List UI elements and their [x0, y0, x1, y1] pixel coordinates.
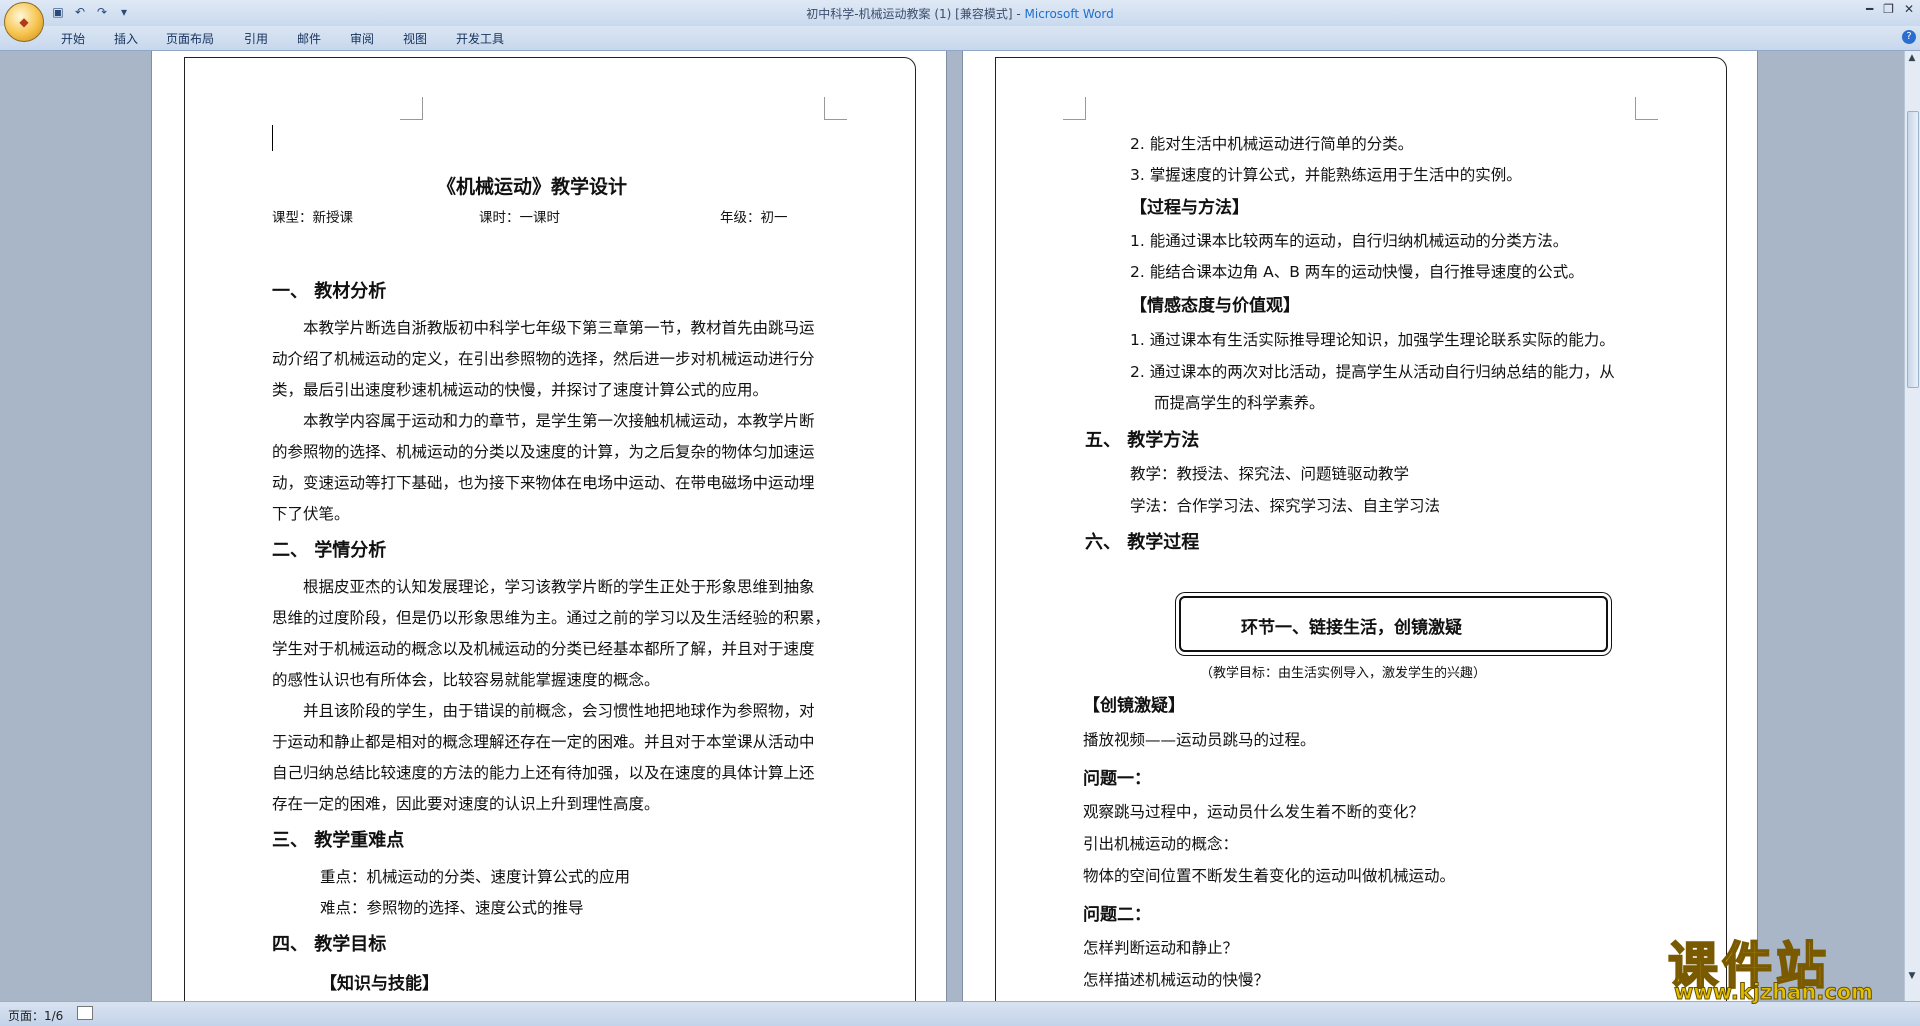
tab-review[interactable]: 审阅: [350, 30, 374, 47]
office-logo-icon: ◆: [19, 15, 29, 29]
scroll-up-icon[interactable]: ▲: [1906, 53, 1918, 65]
help-icon[interactable]: ?: [1902, 30, 1916, 44]
office-button[interactable]: ◆: [4, 2, 44, 42]
tab-view[interactable]: 视图: [403, 30, 427, 47]
meta-lesson-type: 课型：新授课: [272, 210, 353, 226]
paragraph-line: 类，最后引出速度秒速机械运动的快慢，并探讨了速度计算公式的应用。: [272, 381, 769, 399]
document-area[interactable]: 《机械运动》教学设计 课型：新授课 课时：一课时 年级：初一 一、 教材分析 本…: [0, 51, 1905, 1001]
paragraph-line: 怎样描述机械运动的快慢？: [1083, 971, 1270, 989]
key-point: 重点：机械运动的分类、速度计算公式的应用: [320, 868, 631, 886]
paragraph-line: 于运动和静止都是相对的概念理解还存在一定的困难。并且对于本堂课从活动中: [272, 733, 815, 751]
paragraph-line: 播放视频——运动员跳马的过程。: [1083, 731, 1316, 749]
tab-developer[interactable]: 开发工具: [456, 30, 504, 47]
proofing-icon[interactable]: [77, 1006, 93, 1020]
vertical-scrollbar[interactable]: ▲ ▼: [1904, 51, 1920, 1001]
restore-icon[interactable]: ❐: [1883, 2, 1894, 16]
paragraph-line: 学生对于机械运动的概念以及机械运动的分类已经基本都所了解，并且对于速度: [272, 640, 815, 658]
stage-title: 环节一、链接生活，创镜激疑: [1241, 618, 1462, 638]
minimize-icon[interactable]: ━: [1866, 2, 1873, 16]
tab-page-layout[interactable]: 页面布局: [166, 30, 214, 47]
paragraph-line: 的参照物的选择、机械运动的分类以及速度的计算，为之后复杂的物体匀加速运: [272, 443, 815, 461]
section-heading: 三、 教学重难点: [272, 830, 405, 851]
list-item: 2. 能结合课本边角 A、B 两车的运动快慢，自行推导速度的公式。: [1130, 263, 1584, 281]
scroll-thumb[interactable]: [1907, 111, 1919, 388]
paragraph-line: 自己归纳总结比较速度的方法的能力上还有待加强，以及在速度的具体计算上还: [272, 764, 815, 782]
doc-title: 《机械运动》教学设计: [437, 176, 628, 198]
subsection-heading: 【知识与技能】: [320, 974, 439, 994]
meta-lesson-hours: 课时：一课时: [479, 210, 560, 226]
paragraph-line: 怎样判断运动和静止？: [1083, 939, 1239, 957]
list-item: 3. 掌握速度的计算公式，并能熟练运用于生活中的实例。: [1130, 166, 1522, 184]
page-2[interactable]: 2. 能对生活中机械运动进行简单的分类。 3. 掌握速度的计算公式，并能熟练运用…: [963, 51, 1757, 1001]
close-icon[interactable]: ✕: [1904, 2, 1914, 16]
paragraph-line: 动介绍了机械运动的定义，在引出参照物的选择，然后进一步对机械运动进行分: [272, 350, 815, 368]
paragraph-line: 并且该阶段的学生，由于错误的前概念，会习惯性地把地球作为参照物，对: [303, 702, 815, 720]
subsection-heading: 【创镜激疑】: [1083, 696, 1185, 716]
section-heading: 一、 教材分析: [272, 281, 387, 302]
list-item: 2. 通过课本的两次对比活动，提高学生从活动自行归纳总结的能力，从: [1130, 363, 1615, 381]
crop-mark: [824, 97, 847, 120]
tab-mailings[interactable]: 邮件: [297, 30, 321, 47]
page-indicator[interactable]: 页面：1/6: [8, 1007, 63, 1024]
learning-method: 学法：合作学习法、探究学习法、自主学习法: [1130, 497, 1441, 515]
paragraph-line: 根据皮亚杰的认知发展理论，学习该教学片断的学生正处于形象思维到抽象: [303, 578, 815, 596]
crop-mark: [1635, 97, 1658, 120]
teaching-method: 教学：教授法、探究法、问题链驱动教学: [1130, 465, 1410, 483]
paragraph-line: 的感性认识也有所体会，比较容易就能掌握速度的概念。: [272, 671, 660, 689]
question-heading: 问题二：: [1083, 905, 1151, 925]
app-name: Microsoft Word: [1024, 7, 1114, 21]
paragraph-line: 引出机械运动的概念：: [1083, 835, 1239, 853]
list-item: 1. 通过课本有生活实际推导理论知识，加强学生理论联系实际的能力。: [1130, 331, 1615, 349]
scroll-down-icon[interactable]: ▼: [1906, 971, 1918, 983]
section-heading: 六、 教学过程: [1085, 532, 1200, 553]
paragraph-line: 下了伏笔。: [272, 505, 350, 523]
crop-mark: [1063, 97, 1086, 120]
section-heading: 四、 教学目标: [272, 934, 387, 955]
section-heading: 五、 教学方法: [1085, 430, 1200, 451]
paragraph-line: 存在一定的困难，因此要对速度的认识上升到理性高度。: [272, 795, 660, 813]
paragraph-line: 本教学内容属于运动和力的章节，是学生第一次接触机械运动，本教学片断: [303, 412, 815, 430]
tab-references[interactable]: 引用: [244, 30, 268, 47]
paragraph-line: 物体的空间位置不断发生着变化的运动叫做机械运动。: [1083, 867, 1456, 885]
page-1[interactable]: 《机械运动》教学设计 课型：新授课 课时：一课时 年级：初一 一、 教材分析 本…: [152, 51, 946, 1001]
watermark-url: www.kjzhan.com: [1673, 980, 1874, 1005]
site-watermark: 课件站 www.kjzhan.com: [1667, 926, 1898, 1005]
section-heading: 二、 学情分析: [272, 540, 387, 561]
paragraph-line: 动，变速运动等打下基础，也为接下来物体在电场中运动、在带电磁场中运动埋: [272, 474, 815, 492]
paragraph-line: 思维的过度阶段，但是仍以形象思维为主。通过之前的学习以及生活经验的积累，: [272, 609, 831, 627]
window-controls: ━ ❐ ✕: [1866, 2, 1914, 16]
tab-home[interactable]: 开始: [61, 30, 85, 47]
status-bar: 页面：1/6: [0, 1001, 1920, 1026]
subsection-heading: 【过程与方法】: [1130, 198, 1249, 218]
list-item: 2. 能对生活中机械运动进行简单的分类。: [1130, 135, 1414, 153]
stage-goal: （教学目标：由生活实例导入，激发学生的兴趣）: [1200, 666, 1487, 681]
meta-grade: 年级：初一: [720, 210, 788, 226]
window-title: 初中科学-机械运动教案 (1) [兼容模式] - Microsoft Word: [0, 5, 1920, 22]
text-cursor: [272, 125, 273, 151]
difficult-point: 难点：参照物的选择、速度公式的推导: [320, 899, 584, 917]
list-item: 而提高学生的科学素养。: [1154, 394, 1325, 412]
paragraph-line: 本教学片断选自浙教版初中科学七年级下第三章第一节，教材首先由跳马运: [303, 319, 815, 337]
tab-insert[interactable]: 插入: [114, 30, 138, 47]
ribbon-tabs: 开始 插入 页面布局 引用 邮件 审阅 视图 开发工具 ?: [0, 26, 1920, 51]
crop-mark: [400, 97, 423, 120]
paragraph-line: 观察跳马过程中，运动员什么发生着不断的变化？: [1083, 803, 1425, 821]
subsection-heading: 【情感态度与价值观】: [1130, 296, 1300, 316]
list-item: 1. 能通过课本比较两车的运动，自行归纳机械运动的分类方法。: [1130, 232, 1569, 250]
title-bar: ▣ ↶ ↷ ▾ 初中科学-机械运动教案 (1) [兼容模式] - Microso…: [0, 0, 1920, 27]
document-title: 初中科学-机械运动教案 (1) [兼容模式] -: [806, 7, 1025, 21]
question-heading: 问题一：: [1083, 769, 1151, 789]
